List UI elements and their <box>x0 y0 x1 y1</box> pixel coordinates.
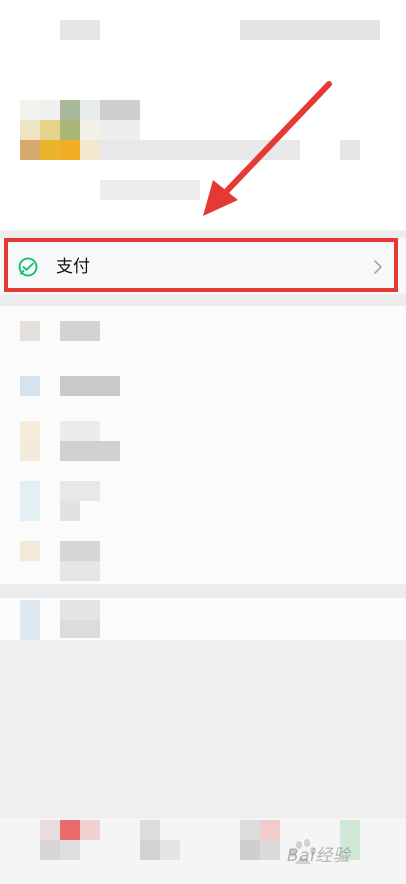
mosaic-block <box>100 120 140 140</box>
tab-item[interactable] <box>140 820 180 860</box>
watermark-text: Bai经验 <box>287 846 351 866</box>
list-item[interactable] <box>0 476 406 526</box>
list-item[interactable] <box>0 416 406 466</box>
avatar <box>20 100 100 160</box>
list-item[interactable] <box>0 598 406 640</box>
menu-list[interactable] <box>0 306 406 584</box>
mosaic-block <box>340 140 360 160</box>
empty-area <box>0 640 406 818</box>
highlight-box <box>4 238 398 292</box>
list-item[interactable] <box>0 371 406 401</box>
tab-item[interactable] <box>40 820 100 860</box>
list-item[interactable] <box>0 316 406 346</box>
mosaic-block <box>60 20 100 40</box>
mosaic-block <box>100 180 200 200</box>
mosaic-block <box>240 20 380 40</box>
mosaic-block <box>100 140 300 160</box>
profile-card[interactable] <box>0 0 406 230</box>
list-item[interactable] <box>0 536 406 584</box>
mosaic-block <box>100 100 140 120</box>
